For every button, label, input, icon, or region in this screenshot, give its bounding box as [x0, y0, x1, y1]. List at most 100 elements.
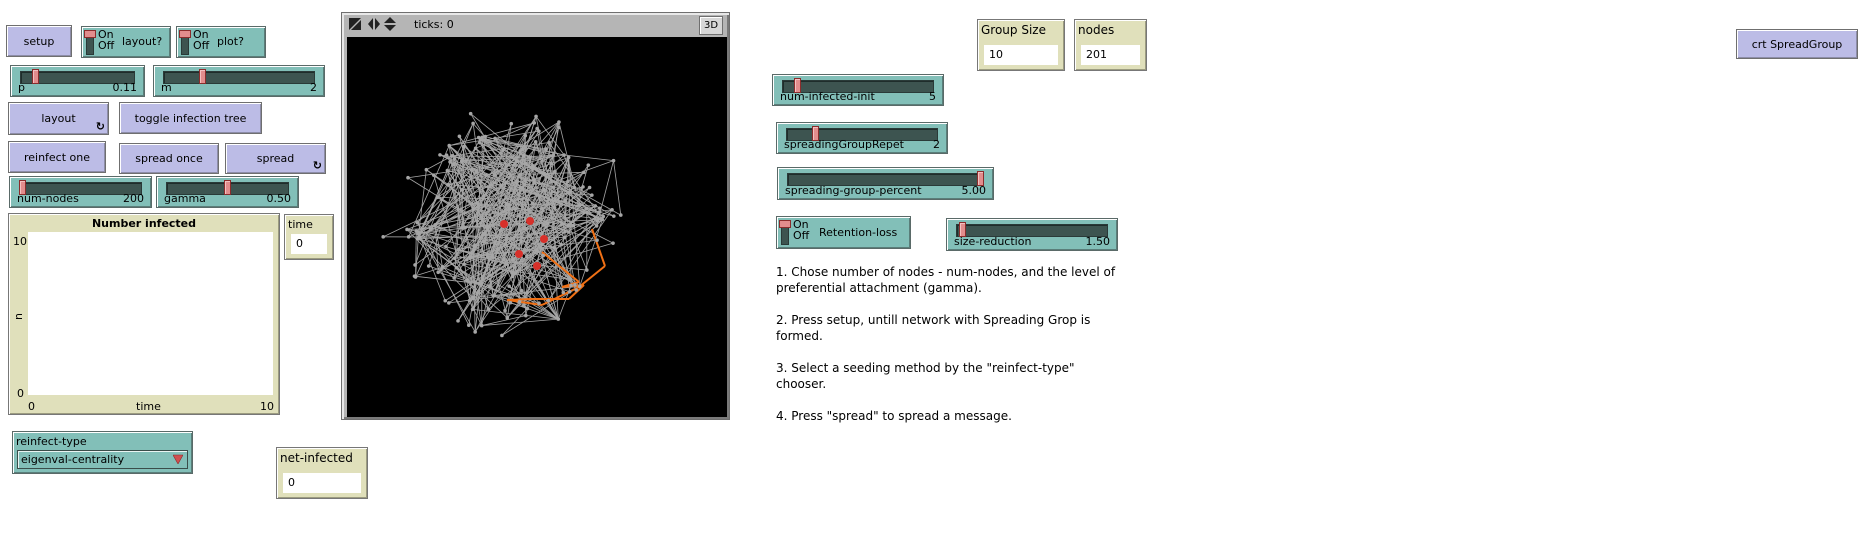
plot-ymin-label: 0: [17, 387, 24, 400]
horizontal-resize-icon[interactable]: [368, 18, 380, 30]
network-node: [561, 290, 566, 295]
vertical-resize-icon[interactable]: [384, 17, 396, 31]
switch-knob[interactable]: [179, 30, 191, 38]
switch-off-label: Off: [793, 229, 810, 242]
slider-track[interactable]: [163, 71, 315, 84]
network-node: [610, 207, 614, 212]
network-node: [405, 227, 409, 232]
network-node: [525, 254, 529, 259]
spread-button-label: spread: [256, 152, 295, 165]
slider-thumb[interactable]: [31, 69, 39, 84]
network-node: [417, 234, 421, 239]
spread-button[interactable]: spread ↻: [225, 143, 326, 174]
network-node: [505, 316, 510, 320]
spreading-group-percent-slider[interactable]: spreading-group-percent 5.00: [777, 167, 994, 200]
ticks-label: ticks: 0: [414, 18, 454, 31]
network-node: [487, 284, 492, 289]
network-node: [517, 213, 522, 218]
plot-switch[interactable]: On Off plot?: [176, 26, 266, 58]
network-node: [443, 298, 448, 303]
network-node: [463, 225, 468, 230]
chooser-label: reinfect-type: [16, 435, 87, 448]
chooser-select[interactable]: eigenval-centrality: [17, 450, 188, 469]
plot-xmax-label: 10: [260, 400, 274, 413]
num-nodes-slider[interactable]: num-nodes 200: [9, 176, 152, 208]
network-node: [551, 185, 556, 190]
infected-node: [515, 250, 523, 258]
network-node: [455, 265, 459, 270]
network-node: [452, 276, 456, 280]
monitor-label: net-infected: [280, 451, 353, 465]
slider-thumb[interactable]: [224, 180, 231, 195]
network-node: [456, 247, 461, 252]
network-node: [445, 168, 450, 173]
infected-node: [533, 262, 541, 270]
network-node: [459, 159, 464, 163]
forever-icon: ↻: [312, 159, 322, 172]
network-node: [415, 220, 420, 225]
p-slider[interactable]: p 0.11: [10, 65, 145, 97]
network-node: [504, 262, 509, 266]
network-node: [534, 114, 538, 119]
network-node: [471, 296, 475, 300]
network-node: [507, 207, 511, 211]
slider-label: spreadingGroupRepet: [784, 138, 904, 151]
network-node: [467, 298, 472, 303]
size-reduction-slider[interactable]: size-reduction 1.50: [946, 218, 1118, 251]
network-node: [509, 121, 514, 126]
network-node: [444, 153, 449, 157]
network-node: [594, 224, 599, 228]
reinfect-one-button[interactable]: reinfect one: [8, 141, 106, 173]
monitor-label: nodes: [1078, 23, 1115, 37]
network-node: [448, 160, 452, 164]
num-infected-init-slider[interactable]: num-infected-init 5: [772, 74, 944, 106]
network-node: [557, 120, 561, 124]
network-node: [490, 255, 495, 259]
network-node: [470, 307, 475, 312]
network-canvas[interactable]: [347, 37, 727, 417]
m-slider[interactable]: m 2: [153, 65, 325, 97]
instruction-2: 2. Press setup, untill network with Spre…: [776, 313, 1091, 343]
3d-button[interactable]: 3D: [699, 16, 723, 35]
network-node: [573, 282, 577, 287]
infected-node: [540, 235, 548, 243]
gamma-slider[interactable]: gamma 0.50: [156, 176, 299, 208]
layout-button[interactable]: layout ↻: [8, 102, 109, 135]
network-node: [597, 206, 602, 211]
slider-value: 2: [310, 81, 317, 94]
network-node: [547, 140, 551, 145]
network-node: [503, 308, 507, 313]
network-node: [566, 179, 570, 184]
network-node: [595, 238, 599, 242]
network-node: [549, 161, 554, 166]
network-node: [486, 255, 490, 259]
slider-value: 5: [929, 90, 936, 103]
network-node: [535, 249, 539, 253]
slider-value: 0.11: [112, 81, 138, 94]
network-node: [597, 210, 602, 214]
infected-node: [500, 220, 508, 228]
retention-loss-switch[interactable]: On Off Retention-loss: [776, 216, 911, 249]
network-node: [537, 301, 541, 306]
switch-knob[interactable]: [84, 30, 96, 38]
layout-switch[interactable]: On Off layout?: [81, 26, 171, 58]
spreading-group-repet-slider[interactable]: spreadingGroupRepet 2: [776, 122, 948, 154]
toggle-infection-tree-button[interactable]: toggle infection tree: [119, 102, 262, 134]
crt-spreadgroup-button[interactable]: crt SpreadGroup: [1736, 29, 1858, 59]
switch-knob[interactable]: [779, 220, 791, 228]
instruction-1: 1. Chose number of nodes - num-nodes, an…: [776, 265, 1116, 295]
view-controls: [349, 17, 396, 31]
slider-label: size-reduction: [954, 235, 1032, 248]
group-size-monitor: Group Size 10: [977, 19, 1065, 71]
time-monitor: time 0: [284, 214, 334, 260]
spread-once-button[interactable]: spread once: [119, 143, 219, 174]
reinfect-type-chooser[interactable]: reinfect-type eigenval-centrality: [12, 431, 193, 474]
setup-button[interactable]: setup: [6, 25, 72, 57]
slider-value: 1.50: [1085, 235, 1111, 248]
slider-thumb[interactable]: [199, 69, 207, 84]
network-node: [481, 239, 486, 244]
slider-value: 2: [933, 138, 940, 151]
network-node: [491, 294, 496, 298]
network-node: [612, 214, 616, 218]
edit-icon[interactable]: [349, 18, 361, 30]
